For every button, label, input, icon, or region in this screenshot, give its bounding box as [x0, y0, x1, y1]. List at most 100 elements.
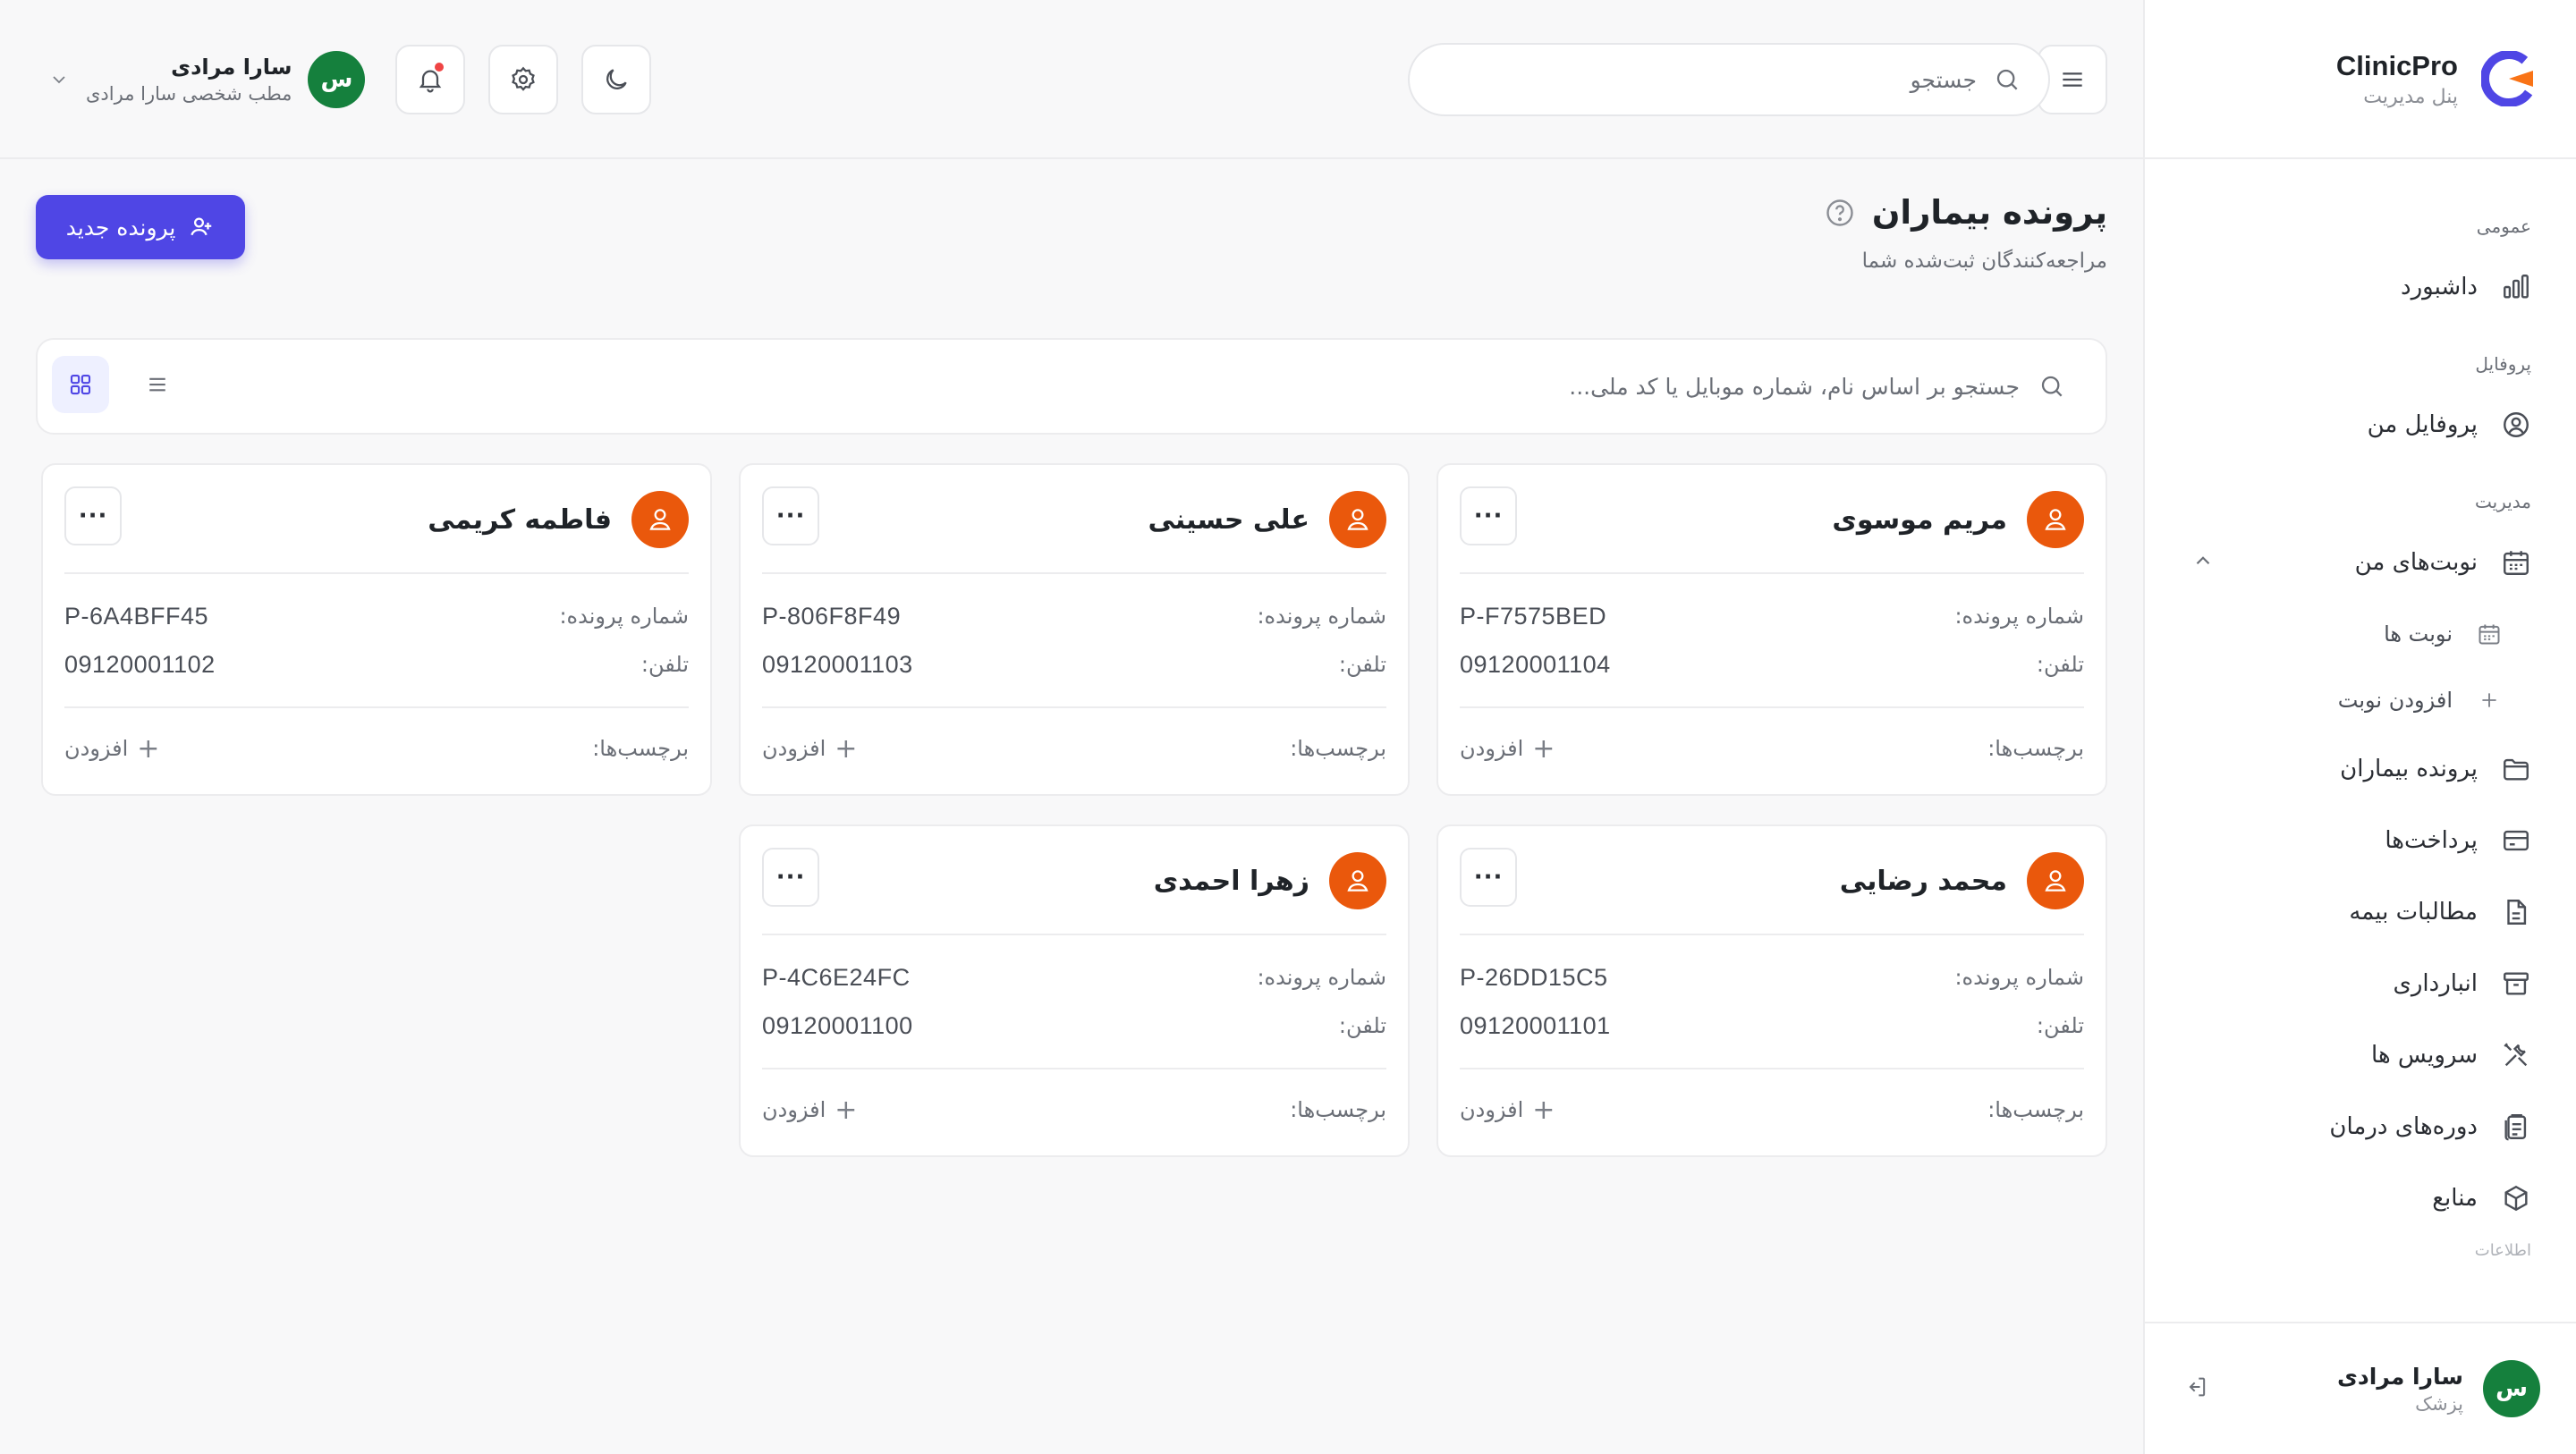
patient-search-placeholder: جستجو بر اساس نام، شماره موبایل یا کد مل… [1569, 373, 2020, 400]
sidebar-nav: عمومی داشبورد پروفایل پروفایل من مدیریت … [2145, 159, 2576, 1259]
clinicpro-logo-icon [2481, 51, 2537, 106]
sidebar-user-role: پزشک [2415, 1392, 2463, 1415]
brand: ClinicPro پنل مدیریت [2145, 0, 2576, 159]
patient-card[interactable]: فاطمه کریمی ··· شماره پرونده: P-6A4BFF45 … [41, 463, 712, 796]
moon-icon [602, 65, 631, 94]
add-tag-button[interactable]: + افزودن [762, 733, 857, 765]
global-search-input[interactable]: جستجو [1408, 43, 2050, 116]
list-view-button[interactable] [129, 356, 186, 413]
grid-icon [67, 371, 94, 398]
sidebar-subitem-label: افزودن نوبت [2337, 688, 2453, 713]
add-tag-label: افزودن [64, 736, 129, 761]
file-number-value: P-4C6E24FC [762, 963, 911, 991]
sidebar: ClinicPro پنل مدیریت عمومی داشبورد پروفا… [2143, 0, 2576, 1454]
search-icon [2038, 372, 2066, 401]
sidebar-subitem-add-appointment[interactable]: افزودن نوبت [2145, 667, 2576, 733]
bar-chart-icon [2499, 270, 2533, 304]
phone-value: 09120001102 [64, 650, 216, 678]
user-avatar-icon [1329, 491, 1386, 548]
topbar: جستجو س سارا مرادی مطب شخصی سارا مرادی [0, 0, 2143, 159]
sidebar-subitem-appointments-list[interactable]: نوبت ها [2145, 601, 2576, 667]
sidebar-item-label: انبارداری [2393, 970, 2479, 997]
theme-toggle-button[interactable] [581, 45, 651, 114]
file-number-label: شماره پرونده: [1257, 604, 1386, 629]
file-number-value: P-6A4BFF45 [64, 602, 209, 630]
settings-button[interactable] [488, 45, 558, 114]
more-options-button[interactable]: ··· [1460, 848, 1517, 907]
avatar: س [2483, 1360, 2540, 1417]
credit-card-icon [2499, 824, 2533, 858]
chevron-down-icon [48, 69, 70, 90]
sidebar-user-name: سارا مرادی [2337, 1363, 2463, 1390]
more-options-button[interactable]: ··· [762, 848, 819, 907]
patient-card[interactable]: علی حسینی ··· شماره پرونده: P-806F8F49 تل… [739, 463, 1410, 796]
patient-card[interactable]: زهرا احمدی ··· شماره پرونده: P-4C6E24FC ت… [739, 824, 1410, 1157]
patient-card[interactable]: مریم موسوی ··· شماره پرونده: P-F7575BED ت… [1436, 463, 2107, 796]
add-tag-button[interactable]: + افزودن [1460, 1095, 1555, 1126]
sidebar-item-patients[interactable]: پرونده بیماران [2145, 733, 2576, 805]
phone-label: تلفن: [1338, 1013, 1386, 1038]
patient-cards-grid: مریم موسوی ··· شماره پرونده: P-F7575BED ت… [36, 463, 2107, 1157]
nav-section-info: اطلاعات [2474, 1241, 2531, 1259]
sidebar-item-insurance[interactable]: مطالبات بیمه [2145, 876, 2576, 948]
brand-subtitle: پنل مدیریت [2363, 85, 2458, 108]
plus-icon: + [835, 1094, 858, 1126]
nav-section-profile: پروفایل [2475, 353, 2531, 375]
sidebar-item-dashboard[interactable]: داشبورد [2145, 249, 2576, 325]
sidebar-item-resources[interactable]: منابع [2145, 1162, 2576, 1234]
more-options-button[interactable]: ··· [762, 486, 819, 545]
help-icon[interactable] [1824, 197, 1856, 229]
sidebar-item-profile[interactable]: پروفایل من [2145, 386, 2576, 463]
page-subtitle: مراجعه‌کنندگان ثبت‌شده شما [1861, 249, 2107, 273]
page-header: پرونده بیماران مراجعه‌کنندگان ثبت‌شده شم… [1824, 193, 2107, 273]
more-options-button[interactable]: ··· [1460, 486, 1517, 545]
add-tag-button[interactable]: + افزودن [762, 1095, 857, 1126]
calendar-icon [2499, 545, 2533, 579]
sidebar-item-label: داشبورد [2401, 274, 2478, 300]
view-toggle [52, 356, 206, 413]
sidebar-item-inventory[interactable]: انبارداری [2145, 948, 2576, 1019]
add-tag-button[interactable]: + افزودن [64, 733, 159, 765]
add-tag-button[interactable]: + افزودن [1460, 733, 1555, 765]
phone-label: تلفن: [1338, 652, 1386, 677]
phone-label: تلفن: [2036, 652, 2084, 677]
file-number-label: شماره پرونده: [1257, 965, 1386, 990]
more-options-button[interactable]: ··· [64, 486, 122, 545]
tags-label: برچسب‌ها: [1290, 736, 1386, 761]
sidebar-item-treatments[interactable]: دوره‌های درمان [2145, 1091, 2576, 1162]
patient-card[interactable]: محمد رضایی ··· شماره پرونده: P-26DD15C5 ت… [1436, 824, 2107, 1157]
main-content: پرونده بیماران مراجعه‌کنندگان ثبت‌شده شم… [0, 161, 2143, 1454]
topbar-user-menu[interactable]: س سارا مرادی مطب شخصی سارا مرادی [48, 50, 366, 109]
sidebar-item-appointments[interactable]: نوبت‌های من [2145, 524, 2576, 601]
grid-view-button[interactable] [52, 356, 109, 413]
user-avatar-icon [2027, 852, 2084, 909]
sidebar-item-label: پروفایل من [2367, 411, 2478, 438]
sidebar-item-services[interactable]: سرویس ها [2145, 1019, 2576, 1091]
chevron-up-icon[interactable] [2191, 549, 2215, 576]
patient-name: مریم موسوی [1832, 503, 2007, 536]
patient-search-input[interactable]: جستجو بر اساس نام، شماره موبایل یا کد مل… [1569, 340, 2066, 433]
search-icon [1993, 65, 2021, 94]
phone-value: 09120001101 [1460, 1011, 1611, 1039]
phone-label: تلفن: [640, 652, 689, 677]
tags-label: برچسب‌ها: [592, 736, 689, 761]
tags-label: برچسب‌ها: [1987, 1097, 2084, 1122]
patient-name: زهرا احمدی [1153, 865, 1309, 897]
plus-icon: + [1532, 1094, 1555, 1126]
sidebar-user-card: س سارا مرادی پزشک [2145, 1322, 2576, 1454]
phone-value: 09120001104 [1460, 650, 1611, 678]
add-tag-label: افزودن [762, 736, 826, 761]
logout-icon[interactable] [2184, 1374, 2209, 1403]
phone-value: 09120001100 [762, 1011, 913, 1039]
file-number-value: P-806F8F49 [762, 602, 902, 630]
tags-label: برچسب‌ها: [1987, 736, 2084, 761]
sidebar-item-payments[interactable]: پرداخت‌ها [2145, 805, 2576, 876]
new-patient-file-button[interactable]: پرونده جدید [36, 195, 245, 259]
sidebar-item-label: نوبت‌های من [2354, 549, 2478, 576]
notifications-button[interactable] [395, 45, 465, 114]
patient-name: محمد رضایی [1839, 865, 2007, 897]
page-title: پرونده بیماران [1871, 193, 2107, 232]
phone-value: 09120001103 [762, 650, 913, 678]
nav-section-management: مدیریت [2474, 491, 2531, 512]
list-icon [144, 371, 171, 398]
